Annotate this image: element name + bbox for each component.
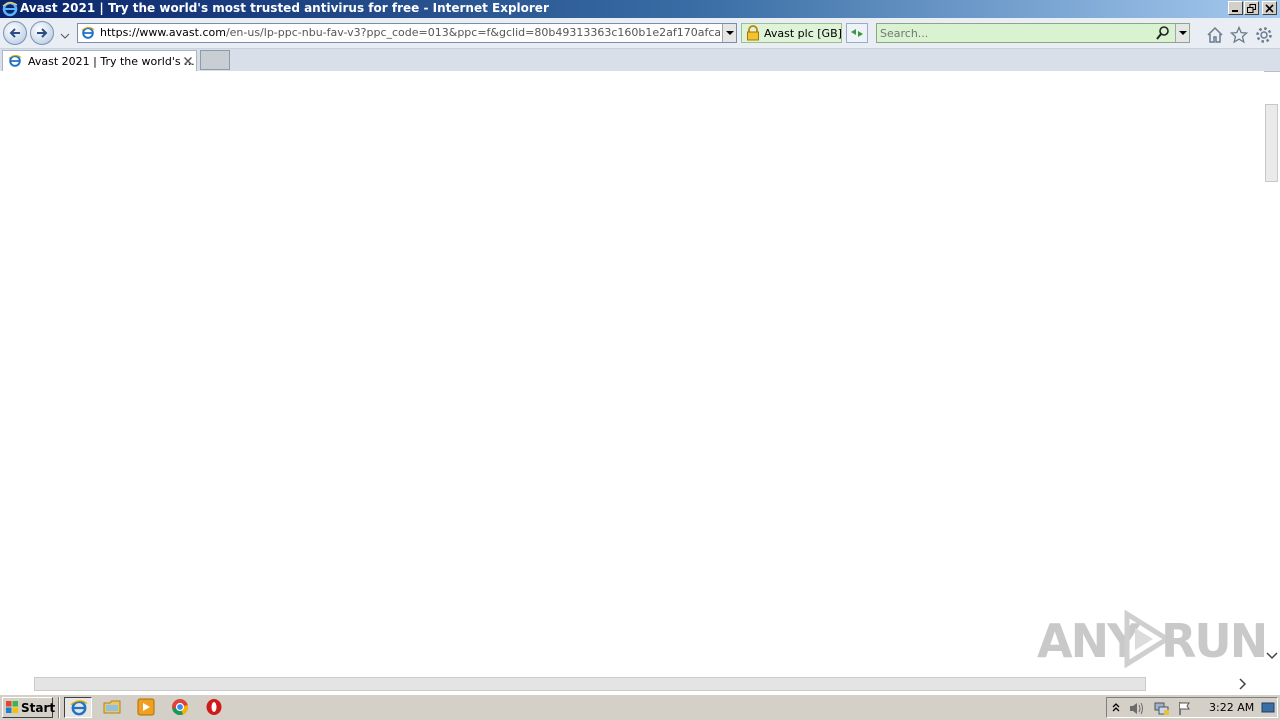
start-button[interactable]: Start [2,697,56,718]
search-input[interactable] [880,25,1150,41]
system-tray: 3:22 AM [1106,697,1278,718]
vertical-scroll-thumb[interactable] [1265,104,1278,182]
clock[interactable]: 3:22 AM [1209,701,1254,714]
windows-logo-icon [5,700,19,717]
refresh-button[interactable] [846,23,868,43]
volume-icon[interactable] [1128,701,1146,719]
internet-explorer-icon [2,1,18,17]
action-center-flag-icon[interactable] [1177,701,1193,719]
tab-favicon-icon [8,54,22,71]
restore-button[interactable] [1244,1,1259,15]
show-hidden-icons-icon[interactable] [1111,701,1121,718]
lock-icon [745,25,761,44]
close-tab-icon[interactable] [183,55,193,69]
security-report[interactable]: Avast plc [GB] [741,23,842,43]
folder-icon [103,700,121,714]
show-desktop-icon[interactable] [1261,701,1275,718]
tab-avast[interactable]: Avast 2021 | Try the world's ... [2,50,197,71]
page-content[interactable] [0,71,1264,676]
search-box[interactable] [876,23,1190,43]
page-favicon-icon [81,26,95,43]
network-icon[interactable] [1153,701,1171,719]
watermark-text-right: RUN [1161,614,1268,668]
anyrun-watermark: ANY RUN [1037,608,1268,669]
gear-icon[interactable] [1255,26,1273,47]
horizontal-scrollbar[interactable] [14,677,1250,691]
horizontal-scroll-thumb[interactable] [34,677,1146,691]
address-dropdown-button[interactable] [722,24,736,42]
forward-button[interactable] [30,21,54,45]
security-label: Avast plc [GB] [764,27,842,40]
opera-icon [206,699,222,715]
taskbar-file-explorer[interactable] [98,697,126,718]
taskbar-internet-explorer[interactable] [64,697,92,718]
new-tab-button[interactable] [200,50,230,70]
scroll-down-icon[interactable] [1266,650,1278,664]
tab-bar: Avast 2021 | Try the world's ... [0,49,1280,72]
window-title: Avast 2021 | Try the world's most truste… [20,1,549,15]
media-player-icon [137,698,155,716]
address-bar[interactable]: https://www.avast.com/en-us/lp-ppc-nbu-f… [77,23,737,43]
taskbar-opera[interactable] [200,697,228,718]
minimize-button[interactable] [1228,1,1243,15]
chrome-icon [172,699,189,715]
back-button[interactable] [3,21,27,45]
taskbar-chrome[interactable] [166,697,194,718]
search-icon[interactable] [1156,25,1170,44]
scroll-right-icon[interactable] [1238,678,1248,693]
close-window-button[interactable] [1262,1,1277,15]
taskbar-separator [58,697,60,718]
internet-explorer-icon [70,700,88,716]
refresh-icon [851,29,863,37]
vertical-scrollbar[interactable] [1264,86,1280,663]
url-text[interactable]: https://www.avast.com/en-us/lp-ppc-nbu-f… [100,26,720,39]
home-icon[interactable] [1206,26,1224,47]
favorites-star-icon[interactable] [1229,25,1249,47]
taskbar: Start 3:22 AM [0,694,1280,720]
taskbar-media-player[interactable] [132,697,160,718]
recent-pages-dropdown-icon[interactable] [60,29,70,43]
tab-label: Avast 2021 | Try the world's ... [28,55,195,68]
title-bar: Avast 2021 | Try the world's most truste… [0,0,1280,18]
search-dropdown-button[interactable] [1175,24,1189,42]
start-label: Start [21,701,56,715]
